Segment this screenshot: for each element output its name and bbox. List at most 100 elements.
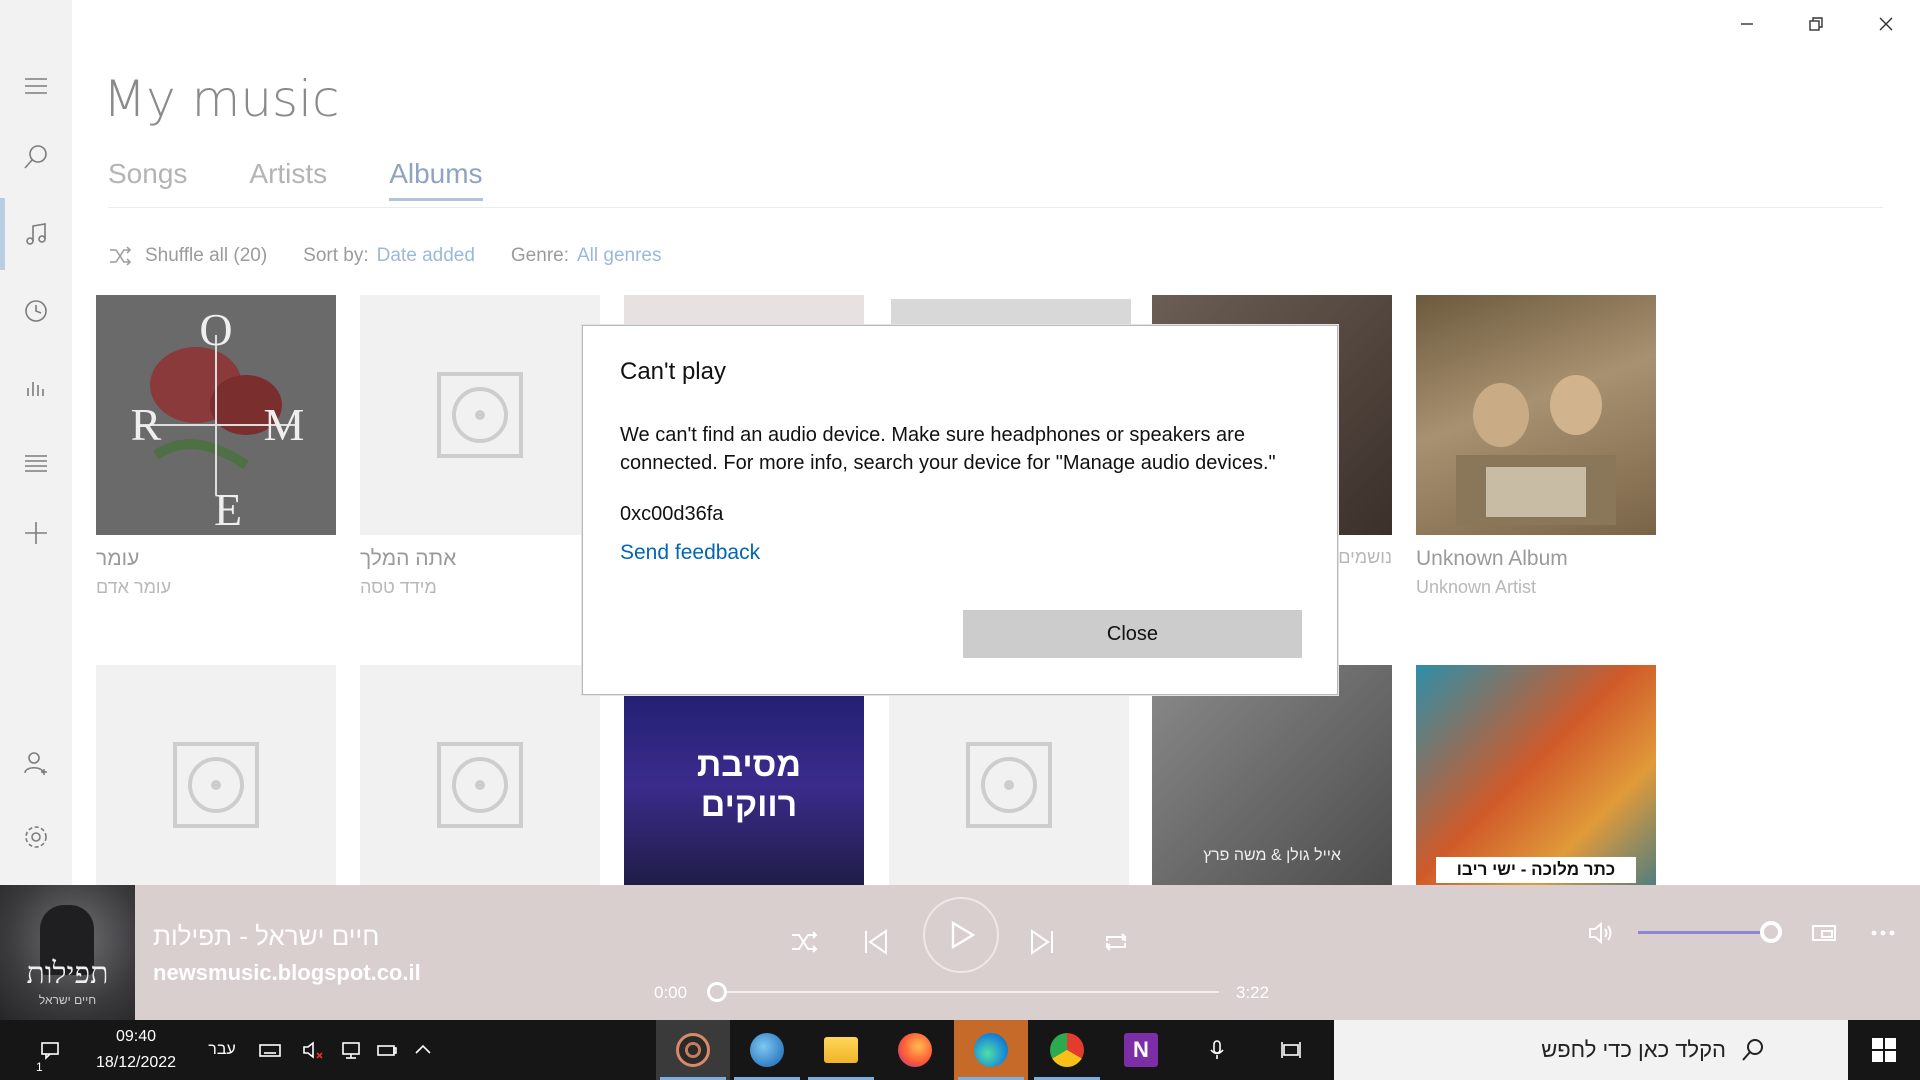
task-view-button[interactable] xyxy=(1254,1020,1328,1080)
album-tile[interactable]: כתר מלוכה - ישי ריבו xyxy=(1416,665,1656,905)
album-tile[interactable] xyxy=(360,665,600,905)
speaker-icon xyxy=(1589,921,1612,945)
album-title: אתה המלך xyxy=(360,547,457,570)
equalizer-icon xyxy=(27,382,44,396)
notification-icon xyxy=(41,1042,59,1060)
tabs-divider xyxy=(108,207,1883,208)
taskbar: 1 09:40 18/12/2022 עבר N הקלד כאן כדי לח… xyxy=(0,1020,1920,1080)
next-icon xyxy=(1031,929,1053,955)
windows-logo-icon xyxy=(1872,1038,1896,1062)
clock[interactable]: 09:40 18/12/2022 xyxy=(86,1024,186,1076)
shuffle-all-button[interactable]: Shuffle all (20) xyxy=(145,245,267,267)
dialog-title: Can't play xyxy=(620,358,726,385)
globe-icon xyxy=(750,1033,784,1067)
sort-dropdown[interactable]: Date added xyxy=(377,245,475,267)
next-button[interactable] xyxy=(1008,907,1078,977)
shuffle-button[interactable] xyxy=(769,907,839,977)
taskbar-firefox[interactable] xyxy=(878,1020,952,1080)
show-hidden-icons-button[interactable] xyxy=(406,1020,440,1080)
search-placeholder: הקלד כאן כדי לחפש xyxy=(1541,1037,1726,1062)
my-music-button[interactable] xyxy=(0,204,72,264)
shuffle-icon xyxy=(792,931,818,953)
tab-songs[interactable]: Songs xyxy=(108,158,187,201)
tab-artists[interactable]: Artists xyxy=(249,158,327,201)
taskbar-groove-music[interactable] xyxy=(656,1020,730,1080)
more-icon xyxy=(1871,930,1895,936)
speaker-muted-icon xyxy=(303,1041,323,1059)
volume-thumb[interactable] xyxy=(1760,921,1782,943)
taskbar-edge[interactable] xyxy=(954,1020,1028,1080)
more-options-button[interactable] xyxy=(1863,913,1903,953)
send-feedback-link[interactable]: Send feedback xyxy=(620,541,760,565)
play-button[interactable] xyxy=(923,897,999,973)
taskbar-search[interactable]: הקלד כאן כדי לחפש xyxy=(1334,1020,1848,1080)
minimize-button[interactable] xyxy=(1713,0,1781,48)
playlists-button[interactable] xyxy=(0,433,72,493)
clock-date: 18/12/2022 xyxy=(95,1054,177,1071)
touch-keyboard-button[interactable] xyxy=(252,1020,288,1080)
voice-button[interactable] xyxy=(1180,1020,1254,1080)
taskbar-globe-app[interactable] xyxy=(730,1020,804,1080)
speaker-placeholder-icon xyxy=(437,372,523,458)
volume-tray-button[interactable] xyxy=(296,1020,330,1080)
rose-art-icon: O R M E xyxy=(131,304,305,535)
error-code: 0xc00d36fa xyxy=(620,503,724,525)
taskbar-onenote[interactable]: N xyxy=(1104,1020,1178,1080)
now-playing-bar: תפילות חיים ישראל חיים ישראל - תפילות ne… xyxy=(0,885,1920,1020)
album-tile[interactable]: אתה המלך מידד טסה xyxy=(360,295,600,598)
person-add-icon xyxy=(24,752,47,775)
minimize-icon xyxy=(1741,23,1753,25)
account-button[interactable] xyxy=(0,733,72,793)
album-tile[interactable]: O R M E עומר עומר אדם xyxy=(96,295,336,598)
volume-slider[interactable] xyxy=(1638,931,1772,934)
seek-thumb[interactable] xyxy=(707,982,727,1002)
album-title: עומר xyxy=(96,547,140,570)
now-playing-button[interactable] xyxy=(0,358,72,418)
page-title: My music xyxy=(103,70,340,128)
close-window-button[interactable] xyxy=(1852,0,1920,48)
tab-albums[interactable]: Albums xyxy=(389,158,483,201)
firefox-icon xyxy=(898,1033,932,1067)
settings-button[interactable] xyxy=(0,807,72,867)
album-tile[interactable] xyxy=(96,665,336,905)
clock-time: 09:40 xyxy=(115,1028,157,1045)
svg-text:R: R xyxy=(131,399,162,450)
cover-text: מסיבת רווקים xyxy=(696,746,802,824)
track-title: חיים ישראל - תפילות xyxy=(153,921,380,951)
action-center-button[interactable]: 1 xyxy=(30,1020,70,1080)
repeat-button[interactable] xyxy=(1081,907,1151,977)
mini-player-button[interactable] xyxy=(1804,913,1844,953)
genre-dropdown[interactable]: All genres xyxy=(577,245,662,267)
album-artist: Unknown Artist xyxy=(1416,577,1537,597)
close-icon xyxy=(1879,17,1893,31)
new-playlist-button[interactable] xyxy=(0,503,72,563)
album-tile[interactable]: אייל גולן & משה פרץ xyxy=(1152,665,1392,905)
toolbar: Shuffle all (20) Sort by: Date added Gen… xyxy=(107,243,698,269)
taskbar-file-explorer[interactable] xyxy=(804,1020,878,1080)
hamburger-menu-button[interactable] xyxy=(0,56,72,116)
volume-button[interactable] xyxy=(1581,913,1621,953)
album-artist: עומר אדם xyxy=(96,577,172,597)
restore-button[interactable] xyxy=(1782,0,1850,48)
album-tile[interactable] xyxy=(889,665,1129,905)
svg-text:E: E xyxy=(214,484,242,535)
album-tile[interactable]: מסיבת רווקים xyxy=(624,665,864,905)
album-tile[interactable]: Unknown Album Unknown Artist xyxy=(1416,295,1656,598)
close-button[interactable]: Close xyxy=(963,610,1302,658)
notification-count: 1 xyxy=(36,1060,43,1074)
language-indicator[interactable]: עבר xyxy=(200,1020,244,1080)
now-playing-art[interactable]: תפילות חיים ישראל xyxy=(0,885,135,1020)
speaker-placeholder-icon xyxy=(966,742,1052,828)
previous-button[interactable] xyxy=(840,907,910,977)
nav-rail xyxy=(0,0,72,885)
recent-plays-button[interactable] xyxy=(0,281,72,341)
seek-bar[interactable] xyxy=(717,991,1219,993)
search-button[interactable] xyxy=(0,127,72,187)
battery-tray-button[interactable] xyxy=(370,1020,404,1080)
speaker-placeholder-icon xyxy=(173,742,259,828)
elapsed-time: 0:00 xyxy=(654,983,688,1002)
start-button[interactable] xyxy=(1848,1020,1920,1080)
network-tray-button[interactable] xyxy=(334,1020,368,1080)
cover-text: כתר מלוכה - ישי ריבו xyxy=(1436,857,1636,883)
taskbar-chrome[interactable] xyxy=(1030,1020,1104,1080)
